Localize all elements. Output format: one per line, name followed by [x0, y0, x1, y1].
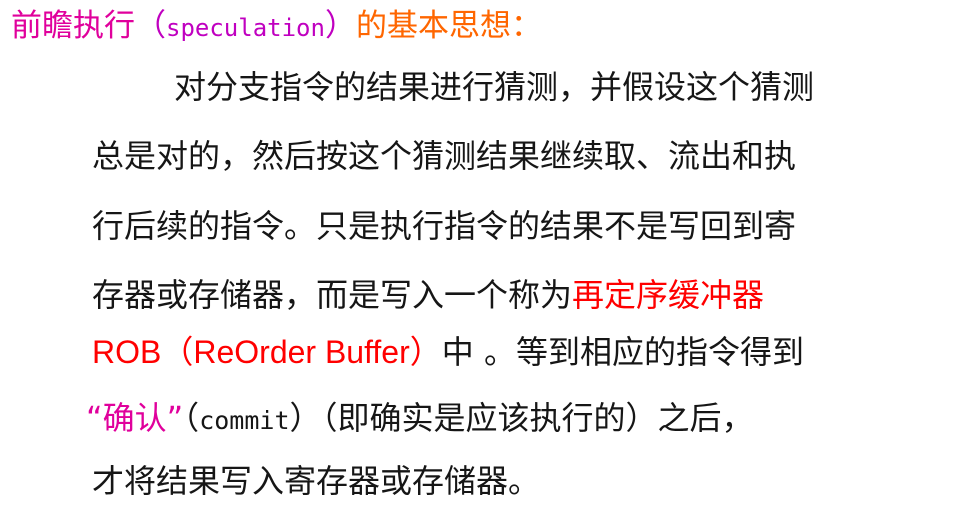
rob-paren-open: （: [161, 333, 194, 371]
body-line-6: “确认”（commit）（即确实是应该执行的）之后，: [86, 395, 754, 444]
rob-term-highlight: 再定序缓冲器: [572, 276, 765, 314]
slide-heading: 前瞻执行（speculation）的基本思想：: [11, 4, 542, 50]
rob-full-name: ReOrder Buffer: [193, 334, 410, 370]
body-line-2: 总是对的，然后按这个猜测结果继续取、流出和执: [92, 137, 797, 175]
body-line-7: 才将结果写入寄存器或存储器。: [92, 462, 541, 500]
rob-abbrev: ROB: [92, 334, 162, 370]
body-line-5-text: 中 。等到相应的指令得到: [441, 333, 804, 371]
heading-term: speculation: [166, 14, 325, 42]
heading-paren-close: ）: [324, 8, 356, 44]
heading-main: 前瞻执行: [11, 8, 135, 44]
heading-paren-open: （: [135, 8, 166, 44]
body-line-4: 存器或存储器，而是写入一个称为再定序缓冲器: [92, 272, 764, 318]
heading-tail: 的基本思想：: [355, 8, 542, 44]
rob-paren-close: ）: [409, 333, 442, 371]
commit-term-highlight: “确认”: [86, 399, 184, 437]
commit-keyword: commit: [199, 406, 290, 435]
body-line-3: 行后续的指令。只是执行指令的结果不是写回到寄: [92, 207, 797, 245]
body-line-5: ROB（ReOrder Buffer）中 。等到相应的指令得到: [92, 329, 804, 375]
slide: 前瞻执行（speculation）的基本思想： 对分支指令的结果进行猜测，并假设…: [0, 0, 977, 506]
body-line-6-text: ）（即确实是应该执行的）之后，: [289, 399, 754, 437]
body-line-1: 对分支指令的结果进行猜测，并假设这个猜测: [174, 68, 815, 106]
body-line-4-text: 存器或存储器，而是写入一个称为: [92, 276, 573, 314]
commit-paren-open: （: [183, 399, 200, 437]
